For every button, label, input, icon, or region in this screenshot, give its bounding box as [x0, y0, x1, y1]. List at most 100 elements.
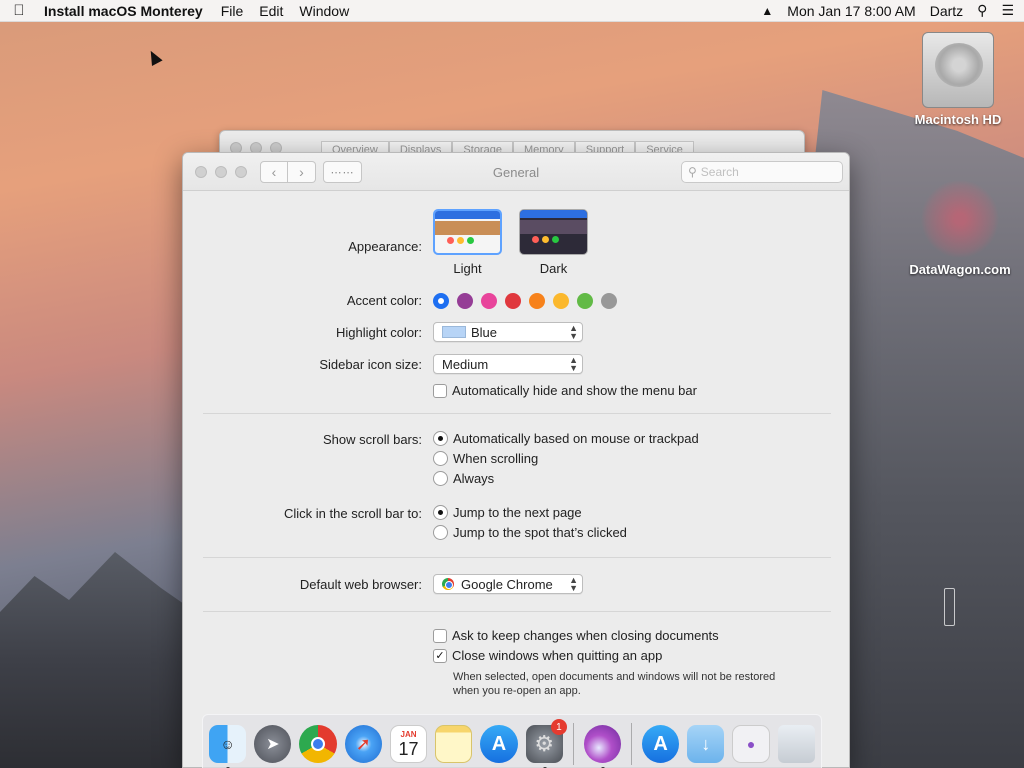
dock-separator: [572, 723, 574, 765]
app-store-icon[interactable]: A: [480, 725, 518, 763]
click-option-spot[interactable]: Jump to the spot that’s clicked: [433, 525, 627, 540]
scrollbar-option-scrolling[interactable]: When scrolling: [433, 451, 538, 466]
search-field[interactable]: ⚲: [681, 161, 843, 183]
sidebar-icon-size-label: Sidebar icon size:: [319, 357, 422, 372]
installer-icon[interactable]: [583, 725, 622, 768]
eject-icon[interactable]: ▲: [761, 4, 773, 18]
auto-hide-menu-bar-checkbox[interactable]: [433, 383, 447, 398]
scrollbar-option-always[interactable]: Always: [433, 471, 494, 486]
radio-button[interactable]: [433, 525, 448, 540]
accent-color-swatches: [433, 293, 633, 311]
note-line: When selected, open documents and window…: [453, 671, 776, 683]
scrollbar-option-label: Always: [453, 471, 495, 486]
chrome-icon[interactable]: [299, 725, 337, 763]
ask-keep-changes-row[interactable]: Ask to keep changes when closing documen…: [433, 628, 719, 643]
scrollbar-option-label: When scrolling: [453, 451, 539, 466]
default-browser-label: Default web browser:: [299, 577, 422, 592]
highlight-color-value: Blue: [471, 324, 498, 340]
appearance-light-option[interactable]: [433, 209, 502, 255]
desktop-icon-macintosh-hd[interactable]: Macintosh HD: [905, 32, 1011, 127]
appearance-dark-option[interactable]: [519, 209, 588, 255]
notification-badge: 1: [550, 719, 567, 735]
radio-selected[interactable]: [433, 431, 448, 446]
general-content: Appearance: Light Dark Accent color: Hig…: [183, 191, 849, 767]
radio-selected[interactable]: [433, 505, 448, 520]
launchpad-icon[interactable]: ➤: [254, 725, 292, 763]
divider: [203, 611, 831, 612]
accent-color-swatch[interactable]: [457, 293, 473, 309]
auto-hide-menu-bar-label: Automatically hide and show the menu bar: [452, 383, 697, 398]
notification-center-icon[interactable]: ☰: [1001, 2, 1014, 19]
accent-color-swatch[interactable]: [481, 293, 497, 309]
datawagon-logo-icon: [920, 180, 1000, 258]
popup-chevron-icon: ▲ ▼: [569, 575, 578, 593]
appearance-light-label: Light: [453, 261, 482, 276]
system-preferences-icon[interactable]: ⚙ 1: [525, 719, 567, 768]
notes-icon[interactable]: [435, 725, 473, 763]
dock: ☺ ➤ ➚ JAN 17 A ⚙ 1 A ↓ ●: [202, 714, 822, 768]
menu-window[interactable]: Window: [299, 3, 349, 19]
menu-app-name[interactable]: Install macOS Monterey: [44, 3, 203, 19]
app-store-folder-icon[interactable]: A: [642, 725, 680, 763]
accent-color-swatch[interactable]: [529, 293, 545, 309]
appearance-dark-label: Dark: [539, 261, 568, 276]
menu-user[interactable]: Dartz: [930, 3, 963, 19]
window-titlebar: ‹ › ⋯⋯ General ⚲: [183, 153, 849, 191]
safari-icon[interactable]: ➚: [344, 725, 382, 763]
calendar-icon[interactable]: JAN 17: [389, 725, 428, 763]
scrollbar-option-label: Automatically based on mouse or trackpad: [453, 431, 699, 446]
close-windows-note: When selected, open documents and window…: [453, 670, 823, 698]
popup-chevron-icon: ▲ ▼: [569, 355, 578, 373]
sidebar-icon-size-value: Medium: [442, 356, 489, 372]
default-browser-value: Google Chrome: [461, 576, 553, 592]
calendar-month: JAN: [400, 729, 417, 739]
accent-color-swatch[interactable]: [433, 293, 449, 309]
radio-button[interactable]: [433, 471, 448, 486]
show-scroll-bars-label: Show scroll bars:: [323, 432, 422, 447]
close-windows-label: Close windows when quitting an app: [452, 648, 663, 663]
accent-color-swatch[interactable]: [553, 293, 569, 309]
apple-menu-icon[interactable]: : [10, 2, 28, 19]
hard-drive-icon: [922, 32, 994, 108]
trash-icon[interactable]: [777, 725, 815, 763]
finder-icon[interactable]: ☺: [209, 725, 247, 768]
note-line: when you re-open an app.: [453, 685, 581, 697]
desktop-scroll-indicator: [944, 588, 955, 626]
calendar-day: 17: [398, 738, 419, 759]
accent-color-swatch[interactable]: [601, 293, 617, 309]
search-icon: ⚲: [688, 165, 697, 179]
downloads-icon[interactable]: ↓: [687, 725, 725, 763]
sidebar-icon-size-popup[interactable]: Medium ▲ ▼: [433, 354, 583, 374]
mouse-cursor-icon: [145, 48, 163, 66]
popup-chevron-icon: ▲ ▼: [569, 323, 578, 341]
scrollbar-option-auto[interactable]: Automatically based on mouse or trackpad: [433, 431, 699, 446]
close-windows-checkbox[interactable]: ✓: [433, 648, 447, 663]
click-option-label: Jump to the spot that’s clicked: [453, 525, 627, 540]
accent-color-label: Accent color:: [346, 293, 422, 308]
chrome-icon: [442, 578, 454, 590]
appearance-label: Appearance:: [348, 239, 422, 254]
menu-edit[interactable]: Edit: [259, 3, 283, 19]
spotlight-search-icon[interactable]: ⚲: [977, 2, 987, 19]
menu-bar:  Install macOS Monterey File Edit Windo…: [0, 0, 1024, 22]
accent-color-swatch[interactable]: [577, 293, 593, 309]
highlight-color-popup[interactable]: Blue ▲ ▼: [433, 322, 583, 342]
radio-button[interactable]: [433, 451, 448, 466]
divider: [203, 413, 831, 414]
documents-icon[interactable]: ●: [732, 725, 770, 763]
menu-clock[interactable]: Mon Jan 17 8:00 AM: [787, 3, 915, 19]
default-browser-popup[interactable]: Google Chrome ▲ ▼: [433, 574, 583, 594]
close-windows-row[interactable]: ✓ Close windows when quitting an app: [433, 648, 662, 663]
search-input[interactable]: [700, 165, 831, 179]
divider: [203, 557, 831, 558]
menu-file[interactable]: File: [221, 3, 244, 19]
ask-keep-changes-checkbox[interactable]: [433, 628, 447, 643]
auto-hide-menu-bar-row[interactable]: Automatically hide and show the menu bar: [433, 383, 697, 398]
click-option-next-page[interactable]: Jump to the next page: [433, 505, 582, 520]
click-option-label: Jump to the next page: [453, 505, 582, 520]
accent-color-swatch[interactable]: [505, 293, 521, 309]
general-preferences-window: ‹ › ⋯⋯ General ⚲ Appearance: Light Dark …: [182, 152, 850, 768]
ask-keep-changes-label: Ask to keep changes when closing documen…: [452, 628, 719, 643]
desktop-icon-datawagon[interactable]: DataWagon.com: [900, 180, 1020, 277]
desktop-icon-label: DataWagon.com: [909, 262, 1011, 277]
